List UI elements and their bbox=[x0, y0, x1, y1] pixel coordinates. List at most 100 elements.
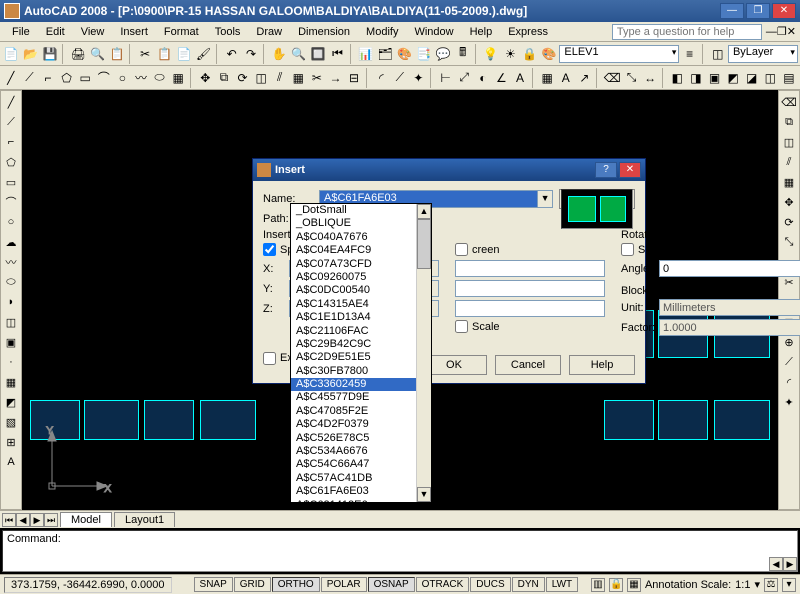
tab-next-button[interactable]: ▶ bbox=[30, 513, 44, 527]
open-icon[interactable]: 📂 bbox=[21, 44, 39, 64]
rail-ellipse-icon[interactable]: ⬭ bbox=[2, 273, 20, 291]
ellipse-icon[interactable]: ⬭ bbox=[151, 68, 169, 88]
save-icon[interactable]: 💾 bbox=[41, 44, 59, 64]
rotation-specify-checkbox[interactable] bbox=[621, 243, 634, 256]
new-icon[interactable]: 📄 bbox=[2, 44, 20, 64]
xline-icon[interactable]: ⟋ bbox=[21, 68, 39, 88]
preview-icon[interactable]: 🔍 bbox=[88, 44, 106, 64]
break-icon[interactable]: ⊟ bbox=[345, 68, 363, 88]
extra3-icon[interactable]: ▣ bbox=[706, 68, 724, 88]
offset-icon[interactable]: ⫽ bbox=[271, 68, 289, 88]
dialog-titlebar[interactable]: Insert ? ✕ bbox=[253, 159, 645, 181]
rail-arc-icon[interactable]: ⌒ bbox=[2, 193, 20, 211]
array-icon[interactable]: ▦ bbox=[290, 68, 308, 88]
polygon-icon[interactable]: ⬠ bbox=[58, 68, 76, 88]
ducs-toggle[interactable]: DUCS bbox=[470, 577, 510, 592]
rail-circle-icon[interactable]: ○ bbox=[2, 213, 20, 231]
dropdown-item[interactable]: A$C534A6676 bbox=[291, 445, 431, 458]
dropdown-item[interactable]: A$C45577D9E bbox=[291, 391, 431, 404]
layer-freeze-icon[interactable]: 💡 bbox=[482, 44, 500, 64]
rail-rect-icon[interactable]: ▭ bbox=[2, 173, 20, 191]
dropdown-item[interactable]: _DotSmall bbox=[291, 204, 431, 217]
line-icon[interactable]: ╱ bbox=[2, 68, 20, 88]
extra7-icon[interactable]: ▤ bbox=[780, 68, 798, 88]
dropdown-item[interactable]: A$C4D2F0379 bbox=[291, 418, 431, 431]
rail-erase-icon[interactable]: ⌫ bbox=[780, 93, 798, 111]
rail-mtext-icon[interactable]: A bbox=[2, 453, 20, 471]
rail-region-icon[interactable]: ▧ bbox=[2, 413, 20, 431]
command-line[interactable]: Command: ◀ ▶ bbox=[2, 530, 798, 572]
tab-layout1[interactable]: Layout1 bbox=[114, 512, 175, 527]
redo-icon[interactable]: ↷ bbox=[242, 44, 260, 64]
rail-copy-icon[interactable]: ⧉ bbox=[780, 113, 798, 131]
color-dropdown[interactable]: ByLayer bbox=[728, 45, 798, 63]
zoom-prev-icon[interactable]: ⏮ bbox=[328, 44, 346, 64]
lwt-toggle[interactable]: LWT bbox=[546, 577, 578, 592]
dropdown-item[interactable]: A$C526E78C5 bbox=[291, 432, 431, 445]
status-anno-icon[interactable]: ⚖ bbox=[764, 578, 778, 592]
status-grid-icon[interactable]: ▦ bbox=[627, 578, 641, 592]
doc-close-button[interactable]: ✕ bbox=[787, 25, 796, 38]
undo-icon[interactable]: ↶ bbox=[222, 44, 240, 64]
erase-icon[interactable]: ⌫ bbox=[603, 68, 622, 88]
move-icon[interactable]: ✥ bbox=[197, 68, 215, 88]
polar-toggle[interactable]: POLAR bbox=[321, 577, 367, 592]
osnap-toggle[interactable]: OSNAP bbox=[368, 577, 415, 592]
menu-express[interactable]: Express bbox=[500, 24, 556, 40]
dropdown-item[interactable]: A$C0DC00540 bbox=[291, 284, 431, 297]
cmd-scroll-right[interactable]: ▶ bbox=[783, 557, 797, 571]
extend-icon[interactable]: → bbox=[327, 68, 345, 88]
calc-icon[interactable]: 🖩 bbox=[454, 44, 472, 64]
dim-aligned-icon[interactable]: ⤢ bbox=[455, 68, 473, 88]
rail-explode-icon[interactable]: ✦ bbox=[780, 393, 798, 411]
rail-revcloud-icon[interactable]: ☁ bbox=[2, 233, 20, 251]
menu-help[interactable]: Help bbox=[462, 24, 501, 40]
layer-lock-icon[interactable]: 🔒 bbox=[521, 44, 539, 64]
publish-icon[interactable]: 📋 bbox=[108, 44, 126, 64]
rail-line-icon[interactable]: ╱ bbox=[2, 93, 20, 111]
anno-scale-arrow[interactable]: ▾ bbox=[754, 578, 760, 591]
rail-gradient-icon[interactable]: ◩ bbox=[2, 393, 20, 411]
dyn-toggle[interactable]: DYN bbox=[512, 577, 545, 592]
rail-polygon-icon[interactable]: ⬠ bbox=[2, 153, 20, 171]
rail-chamfer-icon[interactable]: ⟋ bbox=[780, 353, 798, 371]
dim-radius-icon[interactable]: ◐ bbox=[474, 68, 492, 88]
scroll-up-button[interactable]: ▲ bbox=[417, 204, 431, 219]
insertion-specify-checkbox[interactable] bbox=[263, 243, 276, 256]
dropdown-item[interactable]: A$C30FB7800 bbox=[291, 365, 431, 378]
properties-icon[interactable]: 📊 bbox=[356, 44, 374, 64]
rail-hatch-icon[interactable]: ▦ bbox=[2, 373, 20, 391]
dropdown-item[interactable]: A$C57AC41DB bbox=[291, 472, 431, 485]
menu-draw[interactable]: Draw bbox=[248, 24, 290, 40]
rail-ellipsearc-icon[interactable]: ◗ bbox=[2, 293, 20, 311]
scale-z-input[interactable] bbox=[455, 300, 605, 317]
menu-modify[interactable]: Modify bbox=[358, 24, 406, 40]
dropdown-scrollbar[interactable]: ▲ ▼ bbox=[416, 204, 431, 502]
arc-icon[interactable]: ⌒ bbox=[95, 68, 113, 88]
dropdown-item[interactable]: A$C07A73CFD bbox=[291, 258, 431, 271]
rail-array-icon[interactable]: ▦ bbox=[780, 173, 798, 191]
dim-linear-icon[interactable]: ⊢ bbox=[437, 68, 455, 88]
dropdown-item[interactable]: A$C621412E6 bbox=[291, 499, 431, 503]
dropdown-item[interactable]: A$C29B42C9C bbox=[291, 338, 431, 351]
explode-icon[interactable]: ✦ bbox=[410, 68, 428, 88]
name-combobox-arrow[interactable]: ▼ bbox=[537, 191, 552, 207]
menu-dimension[interactable]: Dimension bbox=[290, 24, 358, 40]
rail-make-icon[interactable]: ▣ bbox=[2, 333, 20, 351]
dialog-help-icon[interactable]: ? bbox=[595, 162, 617, 178]
dropdown-item[interactable]: A$C14315AE4 bbox=[291, 298, 431, 311]
rail-insert-icon[interactable]: ◫ bbox=[2, 313, 20, 331]
dropdown-item[interactable]: A$C1E1D13A4 bbox=[291, 311, 431, 324]
rail-pline-icon[interactable]: ⌐ bbox=[2, 133, 20, 151]
dropdown-item[interactable]: A$C09260075 bbox=[291, 271, 431, 284]
menu-insert[interactable]: Insert bbox=[112, 24, 156, 40]
menu-view[interactable]: View bbox=[73, 24, 113, 40]
text-icon[interactable]: A bbox=[511, 68, 529, 88]
paste-icon[interactable]: 📄 bbox=[175, 44, 193, 64]
mirror-icon[interactable]: ◫ bbox=[252, 68, 270, 88]
fillet-icon[interactable]: ◜ bbox=[372, 68, 390, 88]
cut-icon[interactable]: ✂ bbox=[136, 44, 154, 64]
scale-icon[interactable]: ⤡ bbox=[623, 68, 641, 88]
rail-xline-icon[interactable]: ⟋ bbox=[2, 113, 20, 131]
dropdown-item[interactable]: _OBLIQUE bbox=[291, 217, 431, 230]
